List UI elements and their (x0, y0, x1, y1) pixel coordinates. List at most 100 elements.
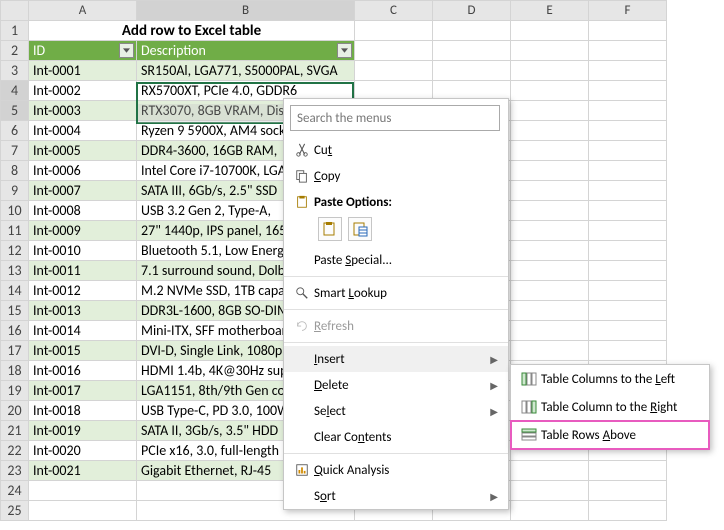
row-header-12[interactable]: 12 (1, 241, 29, 261)
menu-delete-label: Delete (314, 378, 490, 393)
menu-insert[interactable]: Insert ▶ (284, 346, 508, 372)
row-header-14[interactable]: 14 (1, 281, 29, 301)
cell-id[interactable]: Int-0019 (29, 421, 137, 441)
cell-id[interactable]: Int-0016 (29, 361, 137, 381)
menu-select[interactable]: Select ▶ (284, 398, 508, 424)
submenu-table-cols-left[interactable]: Table Columns to the Left (511, 365, 709, 393)
insert-rows-above-icon (517, 425, 541, 445)
menu-sort-label: Sort (314, 489, 490, 504)
menu-paste-special[interactable]: Paste Special... (284, 247, 508, 273)
menu-smart-lookup[interactable]: Smart Lookup (284, 280, 508, 306)
row-header-3[interactable]: 3 (1, 61, 29, 81)
insert-col-right-icon (517, 397, 541, 417)
col-header-D[interactable]: D (433, 1, 511, 21)
menu-search-placeholder: Search the menus (297, 111, 391, 126)
row-header-11[interactable]: 11 (1, 221, 29, 241)
menu-select-label: Select (314, 404, 490, 419)
cell-id[interactable]: Int-0015 (29, 341, 137, 361)
menu-separator (284, 453, 508, 454)
row-header-24[interactable]: 24 (1, 481, 29, 501)
row-header-5[interactable]: 5 (1, 101, 29, 121)
row-header-7[interactable]: 7 (1, 141, 29, 161)
menu-quick-analysis[interactable]: Quick Analysis (284, 457, 508, 483)
menu-clear-contents-label: Clear Contents (314, 430, 498, 445)
cell-id[interactable]: Int-0009 (29, 221, 137, 241)
row-header-9[interactable]: 9 (1, 181, 29, 201)
menu-copy[interactable]: Copy (284, 163, 508, 189)
row-header-17[interactable]: 17 (1, 341, 29, 361)
cell-id[interactable]: Int-0004 (29, 121, 137, 141)
select-all-cell[interactable] (1, 1, 29, 21)
submenu-table-rows-above[interactable]: Table Rows Above (511, 421, 709, 449)
table-header-id[interactable]: ID (29, 41, 137, 61)
cell-id[interactable]: Int-0017 (29, 381, 137, 401)
row-header-13[interactable]: 13 (1, 261, 29, 281)
row-header-16[interactable]: 16 (1, 321, 29, 341)
table-header-desc[interactable]: Description (137, 41, 355, 61)
cell-id[interactable]: Int-0008 (29, 201, 137, 221)
row-header-1[interactable]: 1 (1, 21, 29, 41)
cell-id[interactable]: Int-0001 (29, 61, 137, 81)
menu-search-input[interactable]: Search the menus (290, 105, 500, 131)
cell-id[interactable]: Int-0011 (29, 261, 137, 281)
page-title: Add row to Excel table (29, 21, 355, 41)
row-header-15[interactable]: 15 (1, 301, 29, 321)
cell-id[interactable]: Int-0021 (29, 461, 137, 481)
row-header-6[interactable]: 6 (1, 121, 29, 141)
row-header-21[interactable]: 21 (1, 421, 29, 441)
cell-id[interactable]: Int-0013 (29, 301, 137, 321)
menu-smart-lookup-label: Smart Lookup (314, 286, 498, 301)
column-header-row: A B C D E F (1, 1, 667, 21)
row-header-2[interactable]: 2 (1, 41, 29, 61)
cell-desc[interactable]: SR150Al, LGA771, S5000PAL, SVGA (137, 61, 355, 81)
filter-dropdown-desc[interactable] (337, 43, 352, 58)
menu-paste-special-label: Paste Special... (314, 253, 498, 268)
menu-separator (284, 342, 508, 343)
menu-clear-contents[interactable]: Clear Contents (284, 424, 508, 450)
submenu-rows-above-label: Table Rows Above (541, 428, 699, 443)
filter-dropdown-id[interactable] (119, 43, 134, 58)
col-header-E[interactable]: E (511, 1, 589, 21)
col-header-C[interactable]: C (355, 1, 433, 21)
chevron-right-icon: ▶ (490, 353, 498, 366)
cell-id[interactable]: Int-0007 (29, 181, 137, 201)
table-header-id-label: ID (33, 42, 45, 59)
insert-cols-left-icon (517, 369, 541, 389)
lookup-icon (290, 283, 314, 303)
copy-icon (290, 166, 314, 186)
submenu-table-col-right[interactable]: Table Column to the Right (511, 393, 709, 421)
chevron-right-icon: ▶ (490, 405, 498, 418)
cell-id[interactable]: Int-0006 (29, 161, 137, 181)
submenu-col-right-label: Table Column to the Right (541, 400, 699, 415)
menu-cut[interactable]: Cut (284, 137, 508, 163)
menu-paste-options-label: Paste Options: (314, 195, 498, 210)
cell-id[interactable]: Int-0002 (29, 81, 137, 101)
cell-id[interactable]: Int-0020 (29, 441, 137, 461)
row-header-19[interactable]: 19 (1, 381, 29, 401)
row-header-18[interactable]: 18 (1, 361, 29, 381)
cell-id[interactable]: Int-0014 (29, 321, 137, 341)
row-header-23[interactable]: 23 (1, 461, 29, 481)
cell-id[interactable]: Int-0005 (29, 141, 137, 161)
cell-id[interactable]: Int-0012 (29, 281, 137, 301)
row-header-4[interactable]: 4 (1, 81, 29, 101)
cell-id[interactable]: Int-0003 (29, 101, 137, 121)
menu-insert-label: Insert (314, 352, 490, 367)
menu-delete[interactable]: Delete ▶ (284, 372, 508, 398)
cell-id[interactable]: Int-0018 (29, 401, 137, 421)
col-header-A[interactable]: A (29, 1, 137, 21)
menu-sort[interactable]: Sort ▶ (284, 483, 508, 509)
row-header-10[interactable]: 10 (1, 201, 29, 221)
col-header-F[interactable]: F (589, 1, 667, 21)
row-header-20[interactable]: 20 (1, 401, 29, 421)
paste-values-button[interactable] (348, 217, 372, 241)
row-header-8[interactable]: 8 (1, 161, 29, 181)
row-header-25[interactable]: 25 (1, 501, 29, 521)
paste-normal-button[interactable] (318, 217, 342, 241)
row-header-22[interactable]: 22 (1, 441, 29, 461)
col-header-B[interactable]: B (137, 1, 355, 21)
cell-id[interactable]: Int-0010 (29, 241, 137, 261)
menu-copy-label: Copy (314, 169, 498, 184)
menu-paste-options: Paste Options: (284, 189, 508, 215)
paste-icon (290, 192, 314, 212)
